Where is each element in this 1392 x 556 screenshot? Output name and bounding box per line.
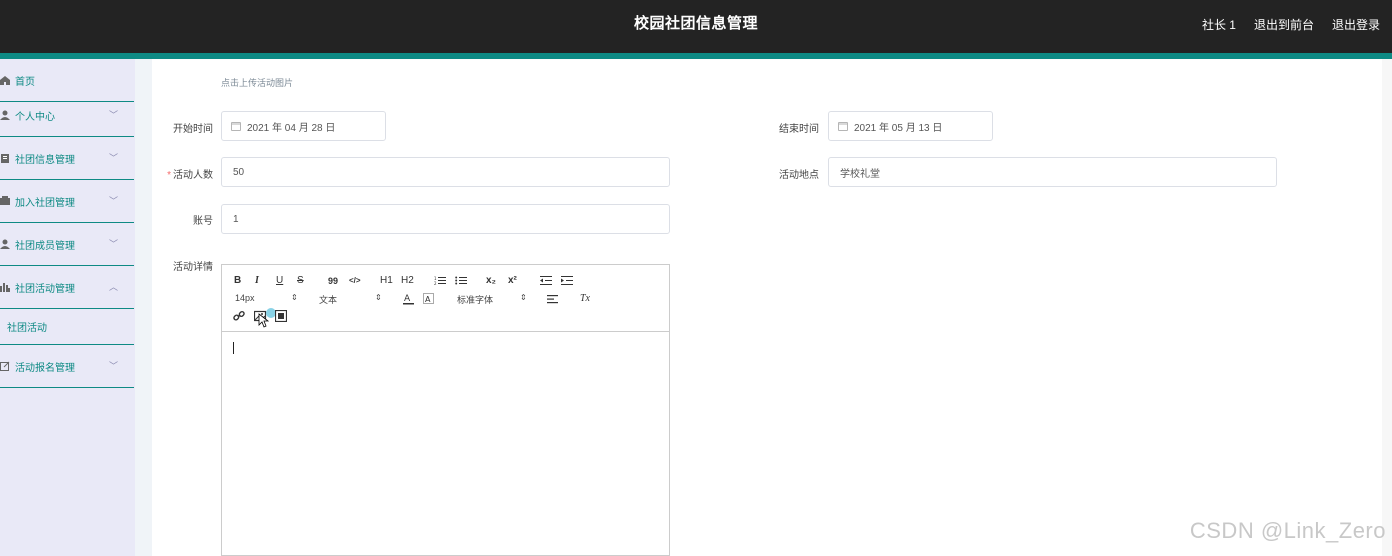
logout-link[interactable]: 退出登录 — [1332, 16, 1380, 33]
sidebar-item-label: 社团活动管理 — [15, 283, 75, 295]
sidebar-item-club-info[interactable]: 社团信息管理 ﹀ — [0, 137, 134, 180]
sidebar-subitem-label: 社团活动 — [7, 322, 47, 334]
chevron-down-icon: ﹀ — [108, 110, 118, 120]
calendar-icon — [838, 121, 848, 131]
sidebar-item-label: 加入社团管理 — [15, 197, 75, 209]
account-value: 1 — [233, 213, 239, 225]
sidebar-item-label: 个人中心 — [15, 111, 55, 123]
account-input[interactable]: 1 — [221, 204, 670, 234]
format-select[interactable]: 文本 — [319, 293, 337, 306]
list-icon — [0, 196, 10, 205]
editor-toolbar: B I U S 99 </> H1 H2 12 x₂ x² 14px ⇕ 文本 … — [222, 265, 669, 332]
activity-count-label-text: 活动人数 — [173, 170, 213, 181]
bullet-list-icon[interactable] — [455, 275, 467, 286]
select-arrows-icon: ⇕ — [291, 293, 298, 302]
exit-to-front-link[interactable]: 退出到前台 — [1254, 16, 1314, 33]
user-icon — [0, 110, 10, 120]
start-time-label: 开始时间 — [173, 124, 213, 135]
superscript-button[interactable]: x² — [508, 275, 517, 287]
chart-icon — [0, 283, 10, 292]
align-icon[interactable] — [547, 294, 558, 304]
activity-count-input[interactable]: 50 — [221, 157, 670, 187]
chevron-down-icon: ﹀ — [108, 196, 118, 206]
end-time-value: 2021 年 05 月 13 日 — [854, 122, 943, 134]
activity-place-label: 活动地点 — [779, 170, 819, 181]
underline-button[interactable]: U — [276, 275, 283, 287]
heading1-button[interactable]: H1 — [380, 275, 393, 287]
clear-format-button[interactable]: Tx — [580, 293, 590, 305]
activity-place-input[interactable]: 学校礼堂 — [828, 157, 1277, 187]
top-links: 社长 1 退出到前台 退出登录 — [1202, 0, 1380, 48]
user-icon — [0, 239, 10, 249]
svg-text:A: A — [404, 294, 411, 304]
font-family-select[interactable]: 标准字体 — [457, 293, 493, 306]
sidebar-item-label: 首页 — [15, 76, 35, 88]
upload-hint[interactable]: 点击上传活动图片 — [221, 76, 293, 89]
strike-button[interactable]: S — [297, 275, 304, 287]
svg-text:2: 2 — [434, 281, 437, 286]
chevron-up-icon: ︿ — [108, 282, 118, 292]
edit-icon — [0, 361, 10, 371]
font-size-select[interactable]: 14px — [235, 293, 255, 303]
heading2-button[interactable]: H2 — [401, 275, 414, 287]
select-arrows-icon: ⇕ — [520, 293, 527, 302]
sidebar-subitem-club-activity[interactable]: 社团活动 — [0, 307, 134, 345]
video-icon[interactable] — [275, 310, 287, 322]
bold-button[interactable]: B — [234, 275, 241, 287]
calendar-icon — [231, 121, 241, 131]
sidebar-item-members[interactable]: 社团成员管理 ﹀ — [0, 223, 134, 266]
ordered-list-icon[interactable]: 12 — [434, 275, 446, 286]
link-icon[interactable] — [233, 310, 245, 322]
activity-count-value: 50 — [233, 166, 245, 178]
scroll-strip — [1382, 59, 1392, 556]
mouse-cursor-icon — [258, 313, 269, 328]
chevron-down-icon: ﹀ — [108, 239, 118, 249]
current-user: 社长 1 — [1201, 17, 1236, 32]
italic-button[interactable]: I — [255, 275, 259, 287]
font-color-icon[interactable]: A — [403, 293, 414, 305]
end-time-picker[interactable]: 2021 年 05 月 13 日 — [828, 111, 993, 141]
outdent-icon[interactable] — [540, 275, 552, 286]
background-color-icon[interactable]: A — [423, 293, 434, 305]
sidebar-item-profile[interactable]: 个人中心 ﹀ — [0, 94, 134, 137]
account-label: 账号 — [193, 216, 213, 227]
sidebar-item-label: 社团信息管理 — [15, 154, 75, 166]
end-time-label: 结束时间 — [779, 124, 819, 135]
start-time-value: 2021 年 04 月 28 日 — [247, 122, 336, 134]
sidebar-item-label: 社团成员管理 — [15, 240, 75, 252]
rich-text-editor: B I U S 99 </> H1 H2 12 x₂ x² 14px ⇕ 文本 … — [221, 264, 670, 556]
svg-text:A: A — [425, 295, 431, 304]
activity-count-label: * 活动人数 — [158, 166, 213, 181]
sidebar-item-activities[interactable]: 社团活动管理 ︿ — [0, 266, 134, 309]
subscript-button[interactable]: x₂ — [486, 275, 496, 287]
watermark: CSDN @Link_Zero — [1189, 518, 1386, 543]
sidebar-item-registration[interactable]: 活动报名管理 ﹀ — [0, 345, 134, 388]
indent-icon[interactable] — [561, 275, 573, 286]
select-arrows-icon: ⇕ — [375, 293, 382, 302]
activity-detail-label: 活动详情 — [173, 262, 213, 273]
code-block-button[interactable]: </> — [349, 275, 361, 287]
required-mark: * — [167, 170, 171, 181]
sidebar-item-join-club[interactable]: 加入社团管理 ﹀ — [0, 180, 134, 223]
blockquote-button[interactable]: 99 — [328, 275, 338, 287]
sidebar-item-label: 活动报名管理 — [15, 362, 75, 374]
clipboard-icon — [1, 154, 9, 163]
chevron-down-icon: ﹀ — [108, 153, 118, 163]
activity-place-value: 学校礼堂 — [840, 168, 880, 180]
app-title: 校园社团信息管理 — [633, 15, 758, 32]
start-time-picker[interactable]: 2021 年 04 月 28 日 — [221, 111, 386, 141]
home-icon — [0, 76, 10, 85]
chevron-down-icon: ﹀ — [108, 361, 118, 371]
sidebar: 首页 个人中心 ﹀ 社团信息管理 ﹀ 加入社团管理 ﹀ 社团成员管理 ﹀ 社团活… — [0, 59, 135, 556]
editor-content-area[interactable] — [222, 332, 669, 555]
